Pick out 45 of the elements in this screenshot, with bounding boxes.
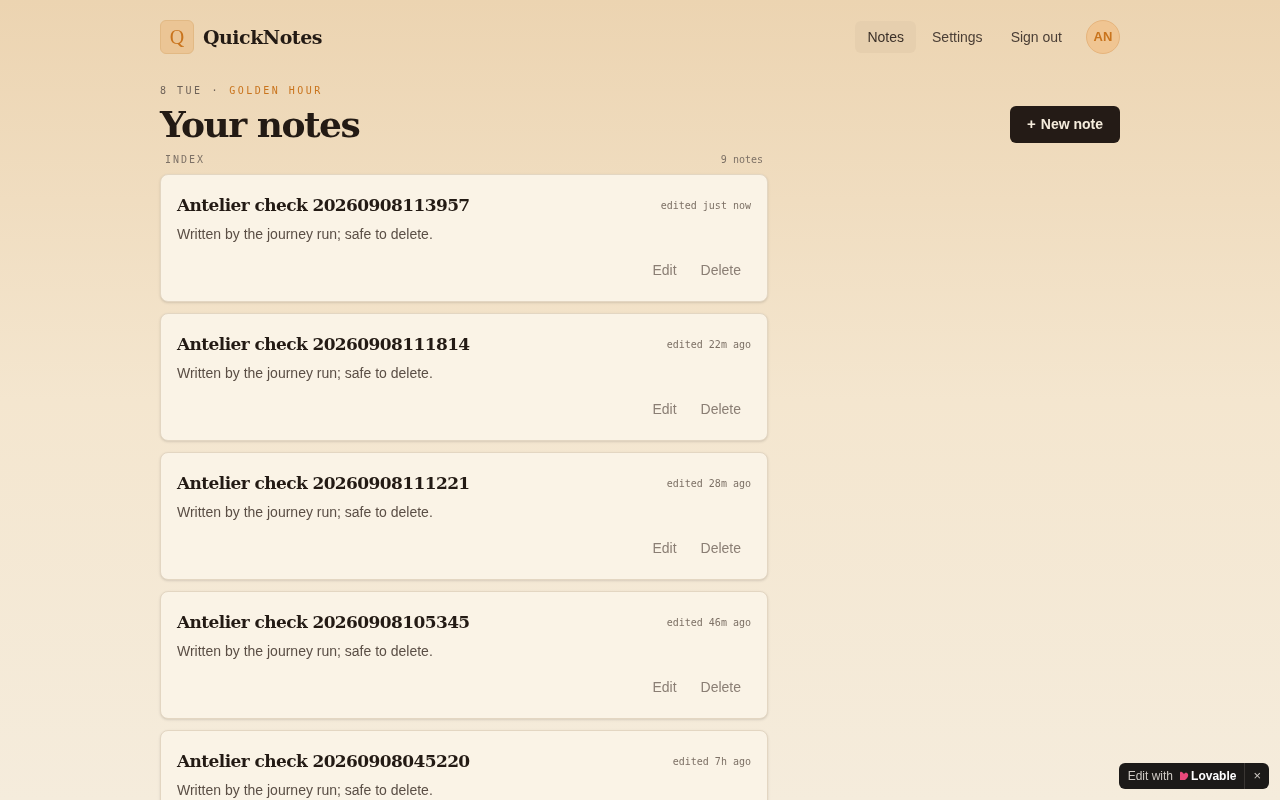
nav-link[interactable]: Settings <box>920 21 995 53</box>
note-title: Antelier check 20260908113957 <box>177 194 470 217</box>
note-title: Antelier check 20260908105345 <box>177 611 470 634</box>
delete-button[interactable]: Delete <box>690 677 751 698</box>
edited-time: edited 46m ago <box>666 616 751 631</box>
note-title: Antelier check 20260908111814 <box>177 333 470 356</box>
note-count: 9 notes <box>720 153 763 167</box>
note-title: Antelier check 20260908045220 <box>177 750 470 773</box>
edited-time: edited 22m ago <box>666 338 751 353</box>
note-card[interactable]: Antelier check 20260908113957 edited just now Written by the journey run; safe to delete. Edit Delete <box>160 174 768 302</box>
brand-name: QuickNotes <box>203 24 322 50</box>
note-body: Written by the journey run; safe to delete. <box>177 641 434 661</box>
close-button[interactable]: × <box>1244 763 1269 789</box>
index-label: INDEX <box>165 153 206 167</box>
page-title: Your notes <box>160 102 361 146</box>
edit-button[interactable]: Edit <box>642 260 687 281</box>
note-body: Written by the journey run; safe to delete. <box>177 363 434 383</box>
note-card[interactable]: Antelier check 20260908111814 edited 22m ago Written by the journey run; safe to delete. Edit Delete <box>160 313 768 441</box>
badge-brand: Lovable <box>1191 768 1237 785</box>
edit-with-badge[interactable]: Edit with Lovable × <box>1118 763 1269 789</box>
date-label: 8 TUE <box>160 84 203 98</box>
note-body: Written by the journey run; safe to delete. <box>177 502 434 522</box>
edited-time: edited 7h ago <box>672 755 751 770</box>
note-title: Antelier check 20260908111221 <box>177 472 470 495</box>
heart-icon <box>1179 771 1190 781</box>
delete-button[interactable]: Delete <box>690 538 751 559</box>
edit-button[interactable]: Edit <box>642 538 687 559</box>
mood-label: GOLDEN HOUR <box>229 84 323 98</box>
new-note-button[interactable]: + New note <box>1010 106 1120 143</box>
edit-button[interactable]: Edit <box>642 399 687 420</box>
nav-link[interactable]: Notes <box>855 21 917 53</box>
separator: · <box>211 84 221 98</box>
edited-time: edited just now <box>660 199 751 214</box>
delete-button[interactable]: Delete <box>690 260 751 281</box>
nav-link[interactable]: Sign out <box>998 21 1074 53</box>
logo-icon: Q <box>160 20 194 54</box>
note-card[interactable]: Antelier check 20260908111221 edited 28m ago Written by the journey run; safe to delete. Edit Delete <box>160 452 768 580</box>
edited-time: edited 28m ago <box>666 477 751 492</box>
note-body: Written by the journey run; safe to delete. <box>177 224 434 244</box>
note-card[interactable]: Antelier check 20260908045220 edited 7h ago Written by the journey run; safe to delete. <box>160 730 768 800</box>
delete-button[interactable]: Delete <box>690 399 751 420</box>
badge-label: Edit with <box>1127 768 1174 785</box>
edit-button[interactable]: Edit <box>642 677 687 698</box>
note-card[interactable]: Antelier check 20260908105345 edited 46m ago Written by the journey run; safe to delete. Edit Delete <box>160 591 768 719</box>
note-body: Written by the journey run; safe to delete. <box>177 780 434 800</box>
